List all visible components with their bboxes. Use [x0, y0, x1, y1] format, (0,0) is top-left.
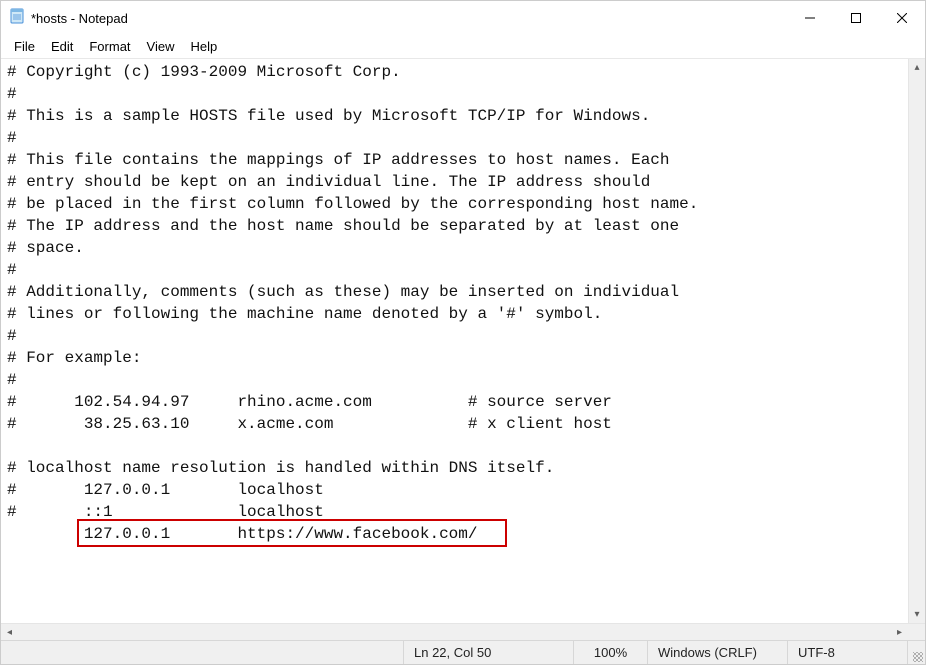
status-spacer [1, 641, 403, 664]
titlebar-left: *hosts - Notepad [9, 8, 128, 29]
status-line-ending: Windows (CRLF) [647, 641, 787, 664]
window-title: *hosts - Notepad [31, 11, 128, 26]
close-button[interactable] [879, 1, 925, 35]
text-editor[interactable]: # Copyright (c) 1993-2009 Microsoft Corp… [1, 59, 908, 623]
menubar: File Edit Format View Help [1, 35, 925, 59]
menu-view[interactable]: View [140, 37, 182, 56]
resize-grip[interactable] [907, 641, 925, 664]
notepad-window: *hosts - Notepad File Edit Format View H… [0, 0, 926, 665]
scroll-right-icon[interactable]: ▸ [891, 624, 908, 641]
status-encoding: UTF-8 [787, 641, 907, 664]
window-controls [787, 1, 925, 35]
minimize-button[interactable] [787, 1, 833, 35]
maximize-button[interactable] [833, 1, 879, 35]
status-zoom: 100% [573, 641, 647, 664]
menu-edit[interactable]: Edit [44, 37, 80, 56]
scroll-corner [908, 624, 925, 641]
statusbar: Ln 22, Col 50 100% Windows (CRLF) UTF-8 [1, 640, 925, 664]
scroll-up-icon[interactable]: ▴ [909, 59, 926, 76]
menu-format[interactable]: Format [82, 37, 137, 56]
titlebar[interactable]: *hosts - Notepad [1, 1, 925, 35]
scroll-down-icon[interactable]: ▾ [909, 606, 926, 623]
status-cursor-position: Ln 22, Col 50 [403, 641, 573, 664]
horizontal-scrollbar[interactable]: ◂ ▸ [1, 623, 925, 640]
notepad-icon [9, 8, 25, 29]
menu-help[interactable]: Help [183, 37, 224, 56]
scroll-left-icon[interactable]: ◂ [1, 624, 18, 641]
editor-area: # Copyright (c) 1993-2009 Microsoft Corp… [1, 59, 925, 623]
menu-file[interactable]: File [7, 37, 42, 56]
vertical-scrollbar[interactable]: ▴ ▾ [908, 59, 925, 623]
